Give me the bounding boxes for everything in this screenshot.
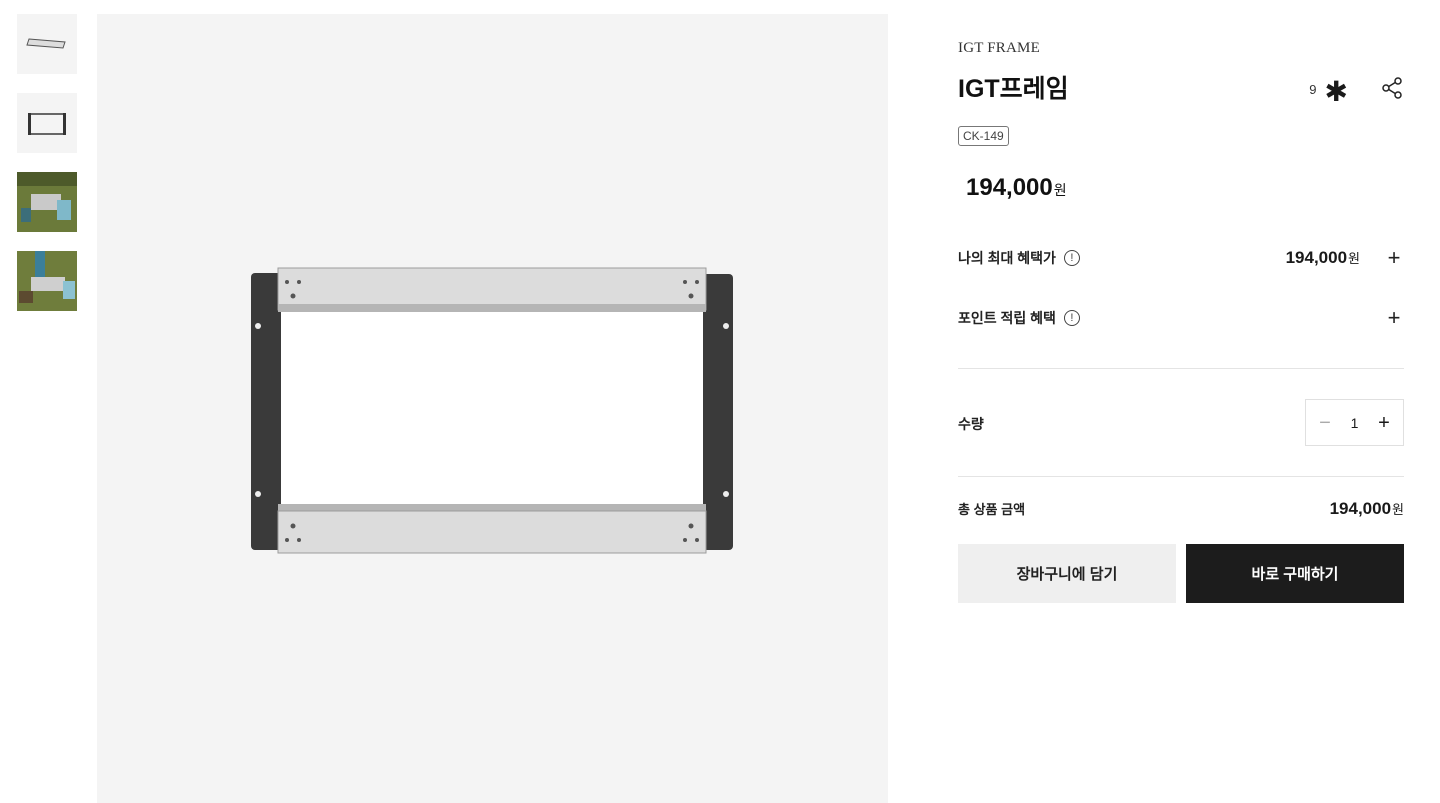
frame-front-view-image	[28, 113, 66, 135]
share-icon[interactable]	[1380, 76, 1404, 100]
max-benefit-value: 194,000원	[1286, 248, 1360, 268]
total-amount: 194,000	[1329, 499, 1392, 518]
max-benefit-currency: 원	[1348, 251, 1360, 266]
quantity-label: 수량	[958, 416, 984, 432]
product-info-panel: IGT FRAME IGT프레임 9 ✱ CK-149 194,000원 나의 …	[958, 40, 1404, 603]
quantity-value[interactable]: 1	[1351, 415, 1359, 431]
frame-top-view-image	[26, 38, 66, 49]
info-icon[interactable]: !	[1063, 250, 1080, 266]
add-to-cart-button[interactable]: 장바구니에 담기	[958, 544, 1176, 603]
total-price: 194,000원	[1330, 499, 1404, 519]
thumbnail-4[interactable]	[17, 251, 77, 311]
max-benefit-row: 나의 최대 혜택가 ! 194,000원 +	[958, 246, 1404, 270]
thumbnail-1[interactable]	[17, 14, 77, 74]
thumbnail-list	[17, 14, 77, 330]
buy-now-button[interactable]: 바로 구매하기	[1186, 544, 1404, 603]
price-value: 194,000	[966, 174, 1053, 201]
wishlist-button[interactable]: 9 ✱	[1309, 74, 1348, 107]
price-currency: 원	[1053, 182, 1067, 198]
info-icon[interactable]: !	[1063, 310, 1080, 326]
quantity-increase-button[interactable]: +	[1375, 413, 1393, 433]
frame-product-illustration	[251, 267, 733, 554]
total-currency: 원	[1392, 502, 1404, 517]
product-main-image	[97, 14, 888, 803]
quantity-stepper: − 1 +	[1305, 399, 1404, 446]
product-price: 194,000원	[966, 174, 1404, 204]
quantity-decrease-button[interactable]: −	[1316, 413, 1334, 433]
max-benefit-amount: 194,000	[1285, 248, 1348, 267]
camping-scene-image	[17, 251, 77, 311]
thumbnail-3[interactable]	[17, 172, 77, 232]
product-code-badge: CK-149	[958, 126, 1009, 146]
thumbnail-2[interactable]	[17, 93, 77, 153]
max-benefit-expand-button[interactable]: +	[1384, 247, 1404, 269]
asterisk-icon: ✱	[1324, 76, 1348, 107]
divider	[958, 368, 1404, 369]
max-benefit-label: 나의 최대 혜택가	[958, 250, 1056, 266]
divider	[958, 476, 1404, 477]
points-benefit-expand-button[interactable]: +	[1384, 307, 1404, 329]
wishlist-count: 9	[1309, 81, 1317, 97]
points-benefit-label: 포인트 적립 혜택	[958, 310, 1056, 326]
total-label: 총 상품 금액	[958, 502, 1026, 517]
points-benefit-row: 포인트 적립 혜택 ! +	[958, 306, 1404, 330]
product-brand: IGT FRAME	[958, 40, 1040, 56]
camping-scene-image	[17, 172, 77, 232]
title-row: IGT프레임 9 ✱	[958, 72, 1404, 106]
